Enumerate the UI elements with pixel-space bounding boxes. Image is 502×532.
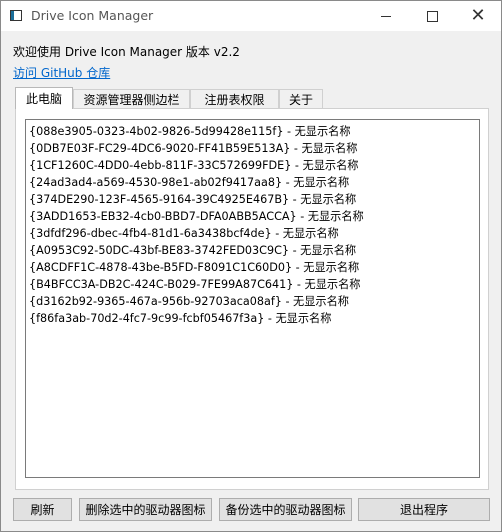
list-item[interactable]: {B4BFCC3A-DB2C-424C-B029-7FE99A87C641} -… xyxy=(29,276,479,293)
list-item[interactable]: {d3162b92-9365-467a-956b-92703aca08af} -… xyxy=(29,293,479,310)
tab-about[interactable]: 关于 xyxy=(279,89,323,108)
list-item[interactable]: {088e3905-0323-4b02-9826-5d99428e115f} -… xyxy=(29,123,479,140)
minimize-button[interactable] xyxy=(363,1,409,31)
window-title: Drive Icon Manager xyxy=(31,8,154,23)
drive-icon-listbox[interactable]: {088e3905-0323-4b02-9826-5d99428e115f} -… xyxy=(25,119,480,478)
list-item[interactable]: {f86fa3ab-70d2-4fc7-9c99-fcbf05467f3a} -… xyxy=(29,310,479,327)
close-icon: ✕ xyxy=(470,5,486,26)
github-link[interactable]: 访问 GitHub 仓库 xyxy=(13,64,110,81)
maximize-button[interactable] xyxy=(409,1,455,31)
list-item[interactable]: {3dfdf296-dbec-4fb4-81d1-6a3438bcf4de} -… xyxy=(29,225,479,242)
list-item[interactable]: {374DE290-123F-4565-9164-39C4925E467B} -… xyxy=(29,191,479,208)
tab-explorer-sidebar[interactable]: 资源管理器侧边栏 xyxy=(73,89,190,108)
refresh-button[interactable]: 刷新 xyxy=(13,498,72,521)
tab-label: 关于 xyxy=(288,92,313,107)
app-window-icon xyxy=(10,10,22,21)
list-item[interactable]: {1CF1260C-4DD0-4ebb-811F-33C572699FDE} -… xyxy=(29,157,479,174)
tab-registry-permissions[interactable]: 注册表权限 xyxy=(190,89,279,108)
tab-label: 资源管理器侧边栏 xyxy=(83,92,180,107)
tab-label: 注册表权限 xyxy=(204,92,265,107)
list-item[interactable]: {0DB7E03F-FC29-4DC6-9020-FF41B59E513A} -… xyxy=(29,140,479,157)
delete-selected-button[interactable]: 删除选中的驱动器图标 xyxy=(79,498,212,521)
backup-selected-button[interactable]: 备份选中的驱动器图标 xyxy=(219,498,352,521)
tab-label: 此电脑 xyxy=(25,92,62,106)
app-window: Drive Icon Manager ✕ 欢迎使用 Drive Icon Man… xyxy=(0,0,502,532)
tab-this-pc[interactable]: 此电脑 xyxy=(15,87,73,109)
list-item[interactable]: {24ad3ad4-a569-4530-98e1-ab02f9417aa8} -… xyxy=(29,174,479,191)
list-item[interactable]: {3ADD1653-EB32-4cb0-BBD7-DFA0ABB5ACCA} -… xyxy=(29,208,479,225)
title-bar[interactable]: Drive Icon Manager ✕ xyxy=(1,1,501,31)
welcome-text: 欢迎使用 Drive Icon Manager 版本 v2.2 xyxy=(13,45,240,59)
list-item[interactable]: {A0953C92-50DC-43bf-BE83-3742FED03C9C} -… xyxy=(29,242,479,259)
maximize-icon xyxy=(426,10,438,22)
list-item[interactable]: {A8CDFF1C-4878-43be-B5FD-F8091C1C60D0} -… xyxy=(29,259,479,276)
minimize-icon xyxy=(381,15,391,17)
exit-button[interactable]: 退出程序 xyxy=(358,498,490,521)
close-button[interactable]: ✕ xyxy=(455,1,501,31)
tab-panel: {088e3905-0323-4b02-9826-5d99428e115f} -… xyxy=(15,108,489,490)
